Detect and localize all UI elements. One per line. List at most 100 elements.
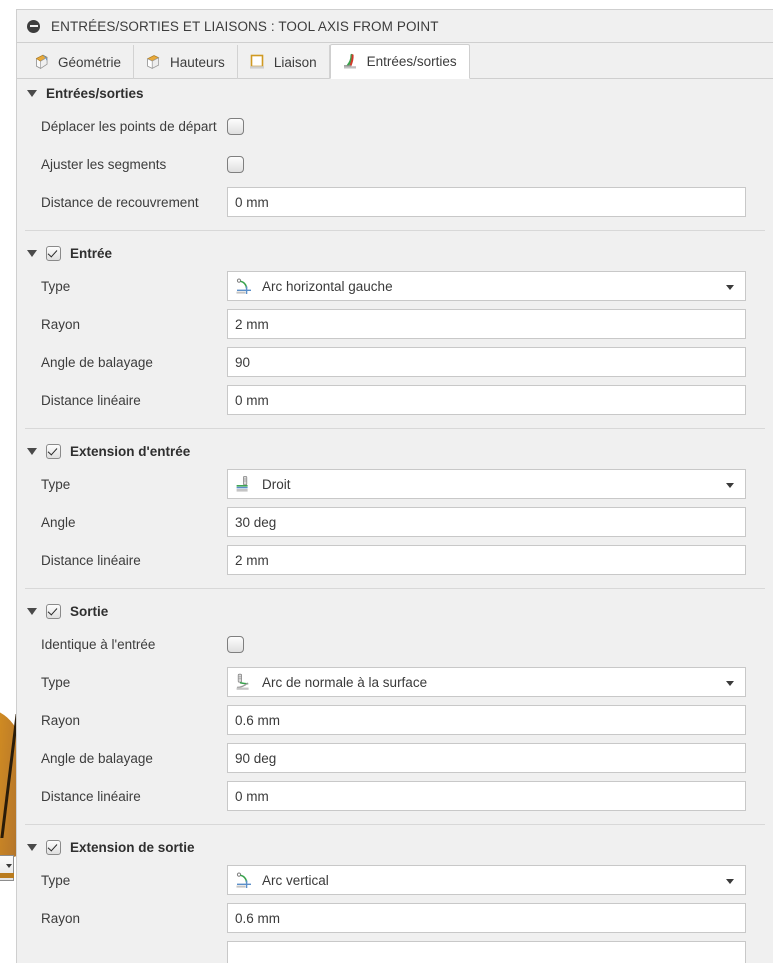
- straight-tool-icon: [236, 475, 248, 492]
- field-control: 2 mm: [227, 545, 773, 575]
- extension-sortie-rayon-input[interactable]: 0.6 mm: [227, 903, 746, 933]
- sortie-enable-checkbox[interactable]: [46, 603, 61, 619]
- ajuster-segments-checkbox[interactable]: [227, 155, 244, 173]
- field-label: Type: [41, 872, 71, 888]
- field-control: 0 mm: [227, 187, 773, 217]
- row-distance-recouvrement: Distance de recouvrement 0 mm: [17, 183, 773, 221]
- field-control: 90 deg: [227, 743, 773, 773]
- field-control: 0.6 mm: [227, 903, 773, 933]
- entree-type-dropdown[interactable]: Arc horizontal gauche: [227, 271, 746, 301]
- chevron-down-icon[interactable]: [726, 483, 734, 488]
- geometry-cube-icon: [35, 54, 48, 70]
- tab-geometrie[interactable]: Géométrie: [22, 45, 135, 79]
- section-title: Entrées/sorties: [46, 85, 144, 101]
- tab-liaison[interactable]: Liaison: [238, 45, 330, 79]
- row-extension-entree-distance-lineaire: Distance linéaire 2 mm: [17, 541, 773, 579]
- chevron-down-icon[interactable]: [726, 681, 734, 686]
- row-entree-distance-lineaire: Distance linéaire 0 mm: [17, 381, 773, 419]
- tab-label: Géométrie: [58, 54, 122, 70]
- dialog-titlebar: ENTRÉES/SORTIES ET LIAISONS : TOOL AXIS …: [17, 10, 773, 43]
- extension-entree-enable-checkbox[interactable]: [46, 443, 61, 459]
- sortie-type-dropdown[interactable]: Arc de normale à la surface: [227, 667, 746, 697]
- extension-sortie-type-dropdown[interactable]: Arc vertical: [227, 865, 746, 895]
- row-ajuster-segments: Ajuster les segments: [17, 145, 773, 183]
- row-sortie-type: Type Arc de normale à la surface: [17, 663, 773, 701]
- dropdown-value: Droit: [262, 476, 291, 492]
- field-control: Droit: [227, 469, 773, 499]
- distance-recouvrement-input[interactable]: 0 mm: [227, 187, 746, 217]
- extension-entree-distance-lineaire-input[interactable]: 2 mm: [227, 545, 746, 575]
- sortie-rayon-input[interactable]: 0.6 mm: [227, 705, 746, 735]
- chevron-down-icon[interactable]: [726, 879, 734, 884]
- section-entrees-sorties: Entrées/sorties Déplacer les points de d…: [17, 79, 773, 221]
- section-header[interactable]: Entrée: [17, 239, 773, 267]
- dialog-body: Entrées/sorties Déplacer les points de d…: [17, 79, 773, 963]
- field-control: 0 mm: [227, 781, 773, 811]
- caret-down-icon[interactable]: [27, 607, 37, 615]
- lead-inout-icon: [343, 53, 356, 68]
- extension-sortie-enable-checkbox[interactable]: [46, 839, 61, 855]
- field-control: [227, 111, 773, 141]
- field-label: Distance linéaire: [41, 552, 141, 568]
- field-label: Angle de balayage: [41, 750, 153, 766]
- sortie-angle-balayage-input[interactable]: 90 deg: [227, 743, 746, 773]
- field-label: Angle de balayage: [41, 354, 153, 370]
- entree-enable-checkbox[interactable]: [46, 245, 61, 261]
- sortie-distance-lineaire-input[interactable]: 0 mm: [227, 781, 746, 811]
- section-header[interactable]: Sortie: [17, 597, 773, 625]
- caret-down-icon[interactable]: [27, 843, 37, 851]
- tab-hauteurs[interactable]: Hauteurs: [134, 45, 238, 79]
- caret-down-icon[interactable]: [27, 89, 37, 97]
- tab-entrees-sorties[interactable]: Entrées/sorties: [329, 44, 470, 79]
- chevron-down-icon[interactable]: [726, 285, 734, 290]
- section-title: Entrée: [70, 245, 113, 261]
- section-entree: Entrée Type Arc horizontal gauche Rayon …: [17, 239, 773, 419]
- section-header[interactable]: Entrées/sorties: [17, 79, 773, 107]
- entree-distance-lineaire-input[interactable]: 0 mm: [227, 385, 746, 415]
- field-label: Rayon: [41, 712, 81, 728]
- identique-entree-checkbox[interactable]: [227, 635, 244, 653]
- section-sortie: Sortie Identique à l'entrée Type Arc de …: [17, 597, 773, 815]
- field-label: Type: [41, 476, 71, 492]
- field-label: Déplacer les points de départ: [41, 118, 217, 134]
- entree-angle-balayage-input[interactable]: 90: [227, 347, 746, 377]
- tab-label: Hauteurs: [170, 54, 225, 70]
- heights-cube-icon: [146, 55, 160, 69]
- dropdown-value: Arc vertical: [262, 872, 329, 888]
- row-entree-type: Type Arc horizontal gauche: [17, 267, 773, 305]
- arc-horizontal-left-icon: [236, 278, 251, 294]
- field-label: Ajuster les segments: [41, 156, 167, 172]
- row-sortie-distance-lineaire: Distance linéaire 0 mm: [17, 777, 773, 815]
- extension-sortie-next-input[interactable]: [227, 941, 746, 963]
- field-control: Arc vertical: [227, 865, 773, 895]
- section-divider: [25, 428, 765, 429]
- viewport-toolbar-widget[interactable]: [0, 855, 14, 881]
- viewport-widget-bar: [0, 873, 14, 878]
- row-extension-entree-type: Type Droit: [17, 465, 773, 503]
- field-label: Type: [41, 674, 71, 690]
- extension-entree-angle-input[interactable]: 30 deg: [227, 507, 746, 537]
- section-header[interactable]: Extension d'entrée: [17, 437, 773, 465]
- extension-entree-type-dropdown[interactable]: Droit: [227, 469, 746, 499]
- field-control: [227, 149, 773, 179]
- field-label: Distance linéaire: [41, 788, 141, 804]
- field-label: Identique à l'entrée: [41, 636, 156, 652]
- caret-down-icon[interactable]: [27, 447, 37, 455]
- caret-down-icon[interactable]: [27, 249, 37, 257]
- page-title: ENTRÉES/SORTIES ET LIAISONS : TOOL AXIS …: [51, 18, 439, 34]
- deplacer-points-depart-checkbox[interactable]: [227, 117, 244, 135]
- field-control: [227, 941, 773, 963]
- field-control: 90: [227, 347, 773, 377]
- section-title: Extension de sortie: [70, 839, 195, 855]
- section-title: Sortie: [70, 603, 109, 619]
- minus-circle-icon[interactable]: [27, 19, 40, 33]
- field-control: [227, 629, 773, 659]
- field-control: Arc de normale à la surface: [227, 667, 773, 697]
- tab-label: Entrées/sorties: [366, 54, 457, 69]
- row-sortie-rayon: Rayon 0.6 mm: [17, 701, 773, 739]
- row-entree-rayon: Rayon 2 mm: [17, 305, 773, 343]
- field-label: Angle: [41, 514, 76, 530]
- entree-rayon-input[interactable]: 2 mm: [227, 309, 746, 339]
- section-header[interactable]: Extension de sortie: [17, 833, 773, 861]
- row-extension-sortie-type: Type Arc vertical: [17, 861, 773, 899]
